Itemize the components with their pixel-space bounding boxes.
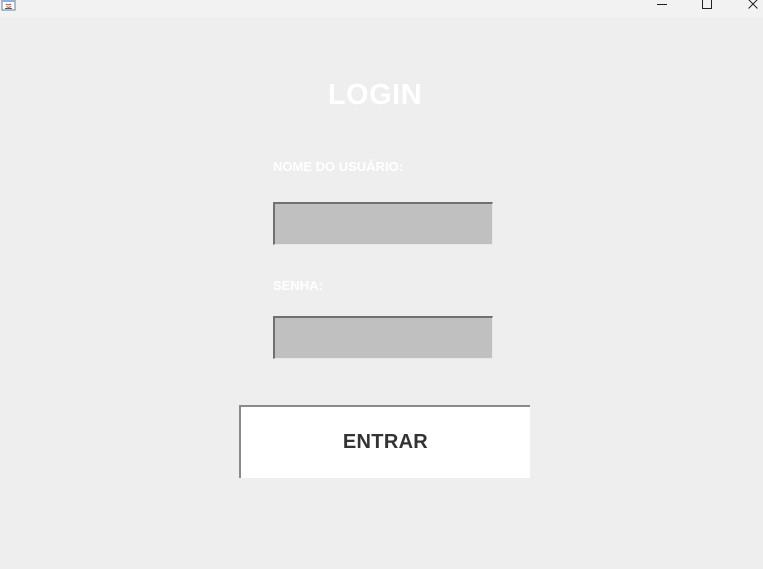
username-input[interactable] bbox=[273, 202, 493, 245]
title-bar bbox=[0, 0, 763, 17]
login-window: LOGIN NOME DO USUÁRIO: SENHA: ENTRAR bbox=[0, 0, 763, 569]
minimize-button[interactable] bbox=[650, 0, 674, 14]
minimize-icon bbox=[657, 4, 667, 5]
maximize-icon bbox=[702, 0, 712, 9]
password-label: SENHA: bbox=[273, 278, 323, 293]
username-label: NOME DO USUÁRIO: bbox=[273, 159, 403, 174]
password-input[interactable] bbox=[273, 316, 493, 359]
enter-button[interactable]: ENTRAR bbox=[239, 405, 530, 478]
login-title: LOGIN bbox=[327, 79, 423, 111]
java-app-icon bbox=[1, 0, 17, 11]
maximize-button[interactable] bbox=[695, 0, 719, 14]
close-button[interactable] bbox=[741, 0, 763, 14]
close-icon bbox=[748, 0, 758, 9]
